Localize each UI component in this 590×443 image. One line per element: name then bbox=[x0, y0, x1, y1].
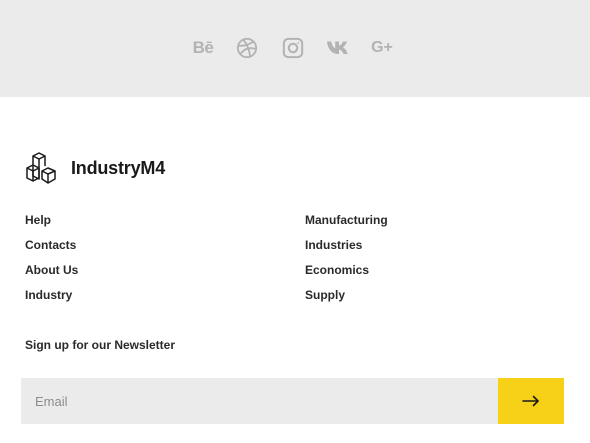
arrow-right-icon bbox=[522, 395, 539, 407]
instagram-icon[interactable] bbox=[281, 35, 305, 61]
footer-link-industries[interactable]: Industries bbox=[305, 236, 388, 261]
google-plus-icon[interactable]: G+ bbox=[369, 35, 395, 61]
footer-nav-left: Help Contacts About Us Industry bbox=[25, 211, 78, 311]
brand-logo[interactable]: IndustryM4 bbox=[25, 151, 165, 185]
footer-nav-right: Manufacturing Industries Economics Suppl… bbox=[305, 211, 388, 311]
newsletter-form bbox=[21, 378, 564, 424]
footer-link-help[interactable]: Help bbox=[25, 211, 78, 236]
email-input[interactable] bbox=[21, 378, 498, 424]
behance-icon[interactable]: Bē bbox=[190, 35, 216, 61]
social-bar: Bē G+ bbox=[0, 0, 590, 97]
social-icons: Bē G+ bbox=[190, 35, 395, 61]
footer-link-supply[interactable]: Supply bbox=[305, 286, 388, 311]
brand-name: IndustryM4 bbox=[71, 157, 166, 178]
footer-link-manufacturing[interactable]: Manufacturing bbox=[305, 211, 388, 236]
footer-link-about-us[interactable]: About Us bbox=[25, 261, 78, 286]
footer-link-industry[interactable]: Industry bbox=[25, 286, 78, 311]
footer-link-contacts[interactable]: Contacts bbox=[25, 236, 78, 261]
vk-icon[interactable] bbox=[325, 35, 351, 61]
newsletter-label: Sign up for our Newsletter bbox=[25, 338, 176, 352]
subscribe-button[interactable] bbox=[498, 378, 564, 424]
cubes-icon bbox=[26, 152, 56, 184]
dribbble-icon[interactable] bbox=[235, 35, 259, 61]
footer-link-economics[interactable]: Economics bbox=[305, 261, 388, 286]
footer: IndustryM4 Help Contacts About Us Indust… bbox=[0, 97, 590, 443]
